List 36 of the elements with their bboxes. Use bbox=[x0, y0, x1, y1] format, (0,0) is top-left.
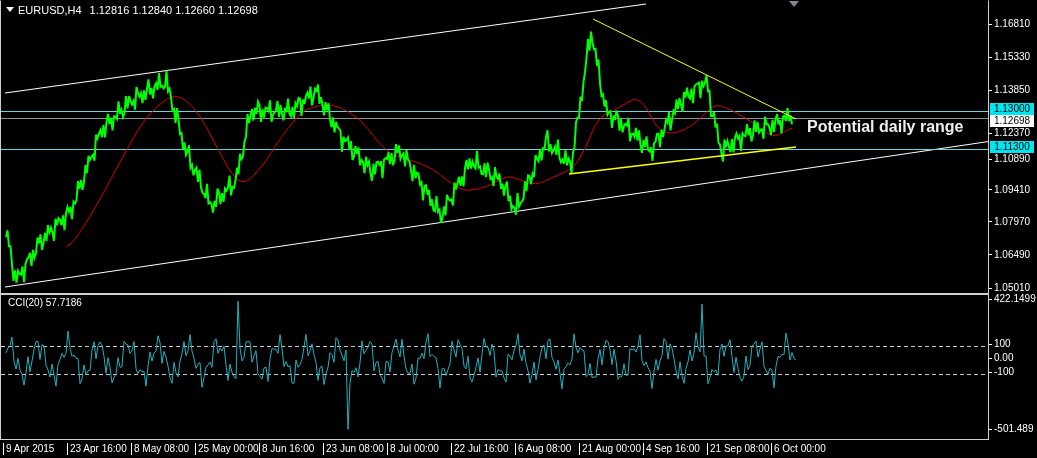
indicator-tick-label: -501.489 bbox=[991, 423, 1034, 435]
time-tick-label: 22 Jul 16:00 bbox=[451, 443, 515, 455]
price-tick-label: 1.06490 bbox=[991, 248, 1031, 261]
time-tick-label: 4 Sep 16:00 bbox=[643, 443, 707, 455]
time-tick-label: 23 Apr 16:00 bbox=[67, 443, 131, 455]
price-tick-label: 1.16810 bbox=[991, 18, 1031, 30]
indicator-title: CCI(20) 57.7186 bbox=[8, 297, 82, 308]
time-tick-label: 8 Jun 16:00 bbox=[259, 443, 323, 455]
price-tick-label: 1.12370 bbox=[991, 127, 1031, 140]
price-tick-label: 1.15330 bbox=[991, 51, 1031, 64]
time-tick-label: 8 May 08:00 bbox=[131, 443, 195, 455]
time-tick-label: 23 Jun 08:00 bbox=[323, 443, 387, 455]
time-tick-label: 8 Jul 00:00 bbox=[387, 443, 451, 455]
price-tick-label: 1.13850 bbox=[991, 84, 1031, 97]
dropdown-triangle-icon[interactable] bbox=[6, 7, 14, 13]
level-price-badge: 1.13000 bbox=[990, 103, 1034, 116]
time-tick-label: 25 May 00:00 bbox=[195, 443, 259, 455]
indicator-tick-label: 0.00 bbox=[991, 352, 1014, 365]
indicator-tick-label: 100 bbox=[991, 338, 1011, 351]
shift-marker-icon[interactable] bbox=[789, 1, 799, 8]
symbol-label: EURUSD,H4 bbox=[18, 4, 82, 16]
time-tick-label: 6 Oct 00:00 bbox=[771, 443, 835, 455]
current-price-badge: 1.12698 bbox=[990, 115, 1034, 128]
price-quotes: 1.12816 1.12840 1.12660 1.12698 bbox=[89, 4, 258, 16]
time-tick-label: 9 Apr 2015 bbox=[3, 443, 67, 455]
indicator-tick-label: -100 bbox=[991, 366, 1014, 379]
level-price-badge: 1.11300 bbox=[990, 141, 1034, 154]
annotation-text: Potential daily range bbox=[807, 118, 964, 136]
price-tick-label: 1.10890 bbox=[991, 153, 1031, 166]
time-tick-label: 21 Aug 00:00 bbox=[579, 443, 643, 455]
time-tick-label: 21 Sep 08:00 bbox=[707, 443, 771, 455]
price-tick-label: 1.05010 bbox=[991, 282, 1031, 294]
price-tick-label: 1.07970 bbox=[991, 215, 1031, 228]
indicator-tick-label: 422.1499 bbox=[991, 293, 1036, 305]
time-tick-label: 6 Aug 08:00 bbox=[515, 443, 579, 455]
price-tick-label: 1.09410 bbox=[991, 183, 1031, 196]
